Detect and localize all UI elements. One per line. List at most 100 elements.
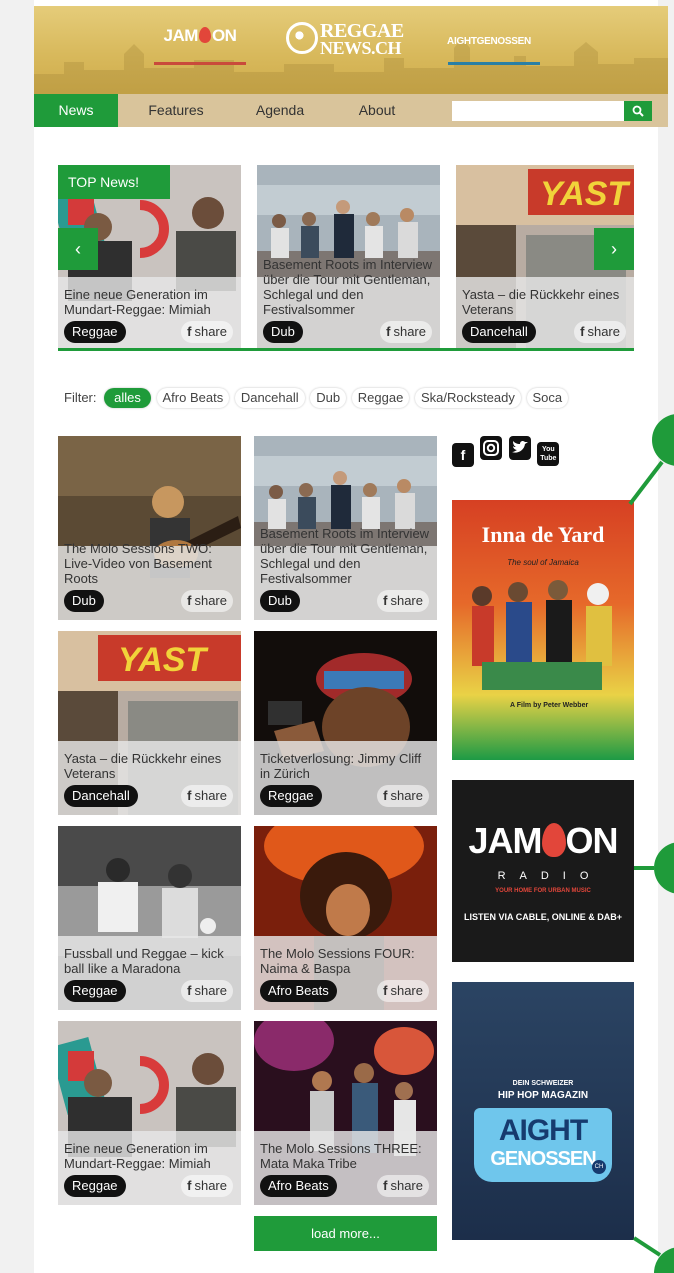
instagram-icon[interactable] [480,436,503,460]
genre-tag[interactable]: Afro Beats [260,980,337,1002]
nav-features[interactable]: Features [130,94,222,127]
card-title[interactable]: Eine neue Generation im Mundart-Reggae: … [64,1141,237,1171]
ad-title: Inna de Yard [481,522,605,547]
filter-alles[interactable]: alles [104,388,151,408]
inna-de-yard-ad[interactable]: Inna de Yard The soul of Jamaica A Film … [452,500,634,760]
facebook-icon: f [386,324,391,339]
aightgenossen-link[interactable]: AIGHTGENOSSEN [434,36,544,47]
filter-dub[interactable]: Dub [310,388,347,408]
ad-jam-logo: JAM ON [452,820,634,862]
slider-next-button[interactable]: › [594,228,634,270]
article-card[interactable]: Basement Roots im Interview über die Tou… [254,436,437,620]
filter-afro-beats[interactable]: Afro Beats [156,388,230,408]
filter-reggae[interactable]: Reggae [351,388,410,408]
reggaenews-logo-link[interactable]: REGGAE NEWS.CH [284,18,414,58]
filter-soca[interactable]: Soca [526,388,569,408]
genre-tag[interactable]: Reggae [64,980,126,1002]
article-card[interactable]: The Molo Sessions THREE: Mata Maka Tribe… [254,1021,437,1205]
jam-logo-suffix: ON [211,26,237,45]
share-label: share [390,983,423,998]
genre-tag[interactable]: Dub [64,590,104,612]
facebook-icon: f [187,324,192,339]
share-button[interactable]: f share [377,980,429,1002]
search-button[interactable] [624,101,652,121]
facebook-icon[interactable]: f [452,443,474,467]
facebook-icon: f [383,1178,388,1193]
article-card[interactable]: The Molo Sessions TWO: Live-Video von Ba… [58,436,241,620]
share-label: share [194,324,227,339]
ad-illustration [472,580,612,690]
slider-prev-button[interactable]: ‹ [58,228,98,270]
card-title[interactable]: Eine neue Generation im Mundart-Reggae: … [64,287,237,317]
share-label: share [393,324,426,339]
article-card[interactable]: Fussball und Reggae – kick ball like a M… [58,826,241,1010]
page: JAM ON REGGAE NEWS.CH AIGHTGENOSSEN News … [0,0,674,1273]
article-card[interactable]: YAST Yasta – die Rückkehr eines Veterans… [58,631,241,815]
share-button[interactable]: f share [181,590,233,612]
article-card[interactable]: Eine neue Generation im Mundart-Reggae: … [58,1021,241,1205]
youtube-icon[interactable]: You Tube [537,442,560,466]
jam-on-radio-link[interactable]: JAM ON [154,26,246,46]
facebook-icon: f [383,983,388,998]
share-label: share [390,593,423,608]
genre-tag[interactable]: Dancehall [64,785,138,807]
share-button[interactable]: f share [377,1175,429,1197]
card-title[interactable]: Yasta – die Rückkehr eines Veterans [64,751,237,781]
article-card[interactable]: The Molo Sessions FOUR: Naima & Baspa Af… [254,826,437,1010]
share-label: share [587,324,620,339]
genre-tag[interactable]: Reggae [64,1175,126,1197]
share-button[interactable]: f share [181,321,233,343]
share-button[interactable]: f share [380,321,432,343]
share-button[interactable]: f share [377,590,429,612]
search-input[interactable] [452,101,624,121]
card-title[interactable]: Yasta – die Rückkehr eines Veterans [462,287,630,317]
filter-ska-rocksteady[interactable]: Ska/Rocksteady [414,388,521,408]
share-button[interactable]: f share [181,785,233,807]
filter-dancehall[interactable]: Dancehall [234,388,305,408]
decorative-network-lines [628,414,674,1273]
genre-tag[interactable]: Dub [263,321,303,343]
ad-tagline: YOUR HOME FOR URBAN MUSIC [495,888,591,894]
card-title[interactable]: The Molo Sessions TWO: Live-Video von Ba… [64,541,237,586]
jam-logo-text: JAM [163,26,199,45]
slider-underline [58,348,634,351]
site-header: JAM ON REGGAE NEWS.CH AIGHTGENOSSEN [34,6,668,94]
facebook-icon: f [187,1178,192,1193]
card-title[interactable]: The Molo Sessions FOUR: Naima & Baspa [260,946,433,976]
search-icon [632,105,644,117]
facebook-icon: f [187,983,192,998]
article-card[interactable]: Ticketverlosung: Jimmy Cliff in Zürich R… [254,631,437,815]
flame-icon [198,27,211,43]
card-title[interactable]: Basement Roots im Interview über die Tou… [263,257,436,317]
genre-tag[interactable]: Dub [260,590,300,612]
flame-icon [541,823,566,857]
genre-tag[interactable]: Reggae [260,785,322,807]
facebook-icon: f [383,593,388,608]
aight-underline [448,62,540,65]
twitter-icon[interactable] [508,436,531,460]
aight-ch-badge: CH [592,1160,606,1174]
youtube-top: You [542,446,555,453]
share-button[interactable]: f share [181,980,233,1002]
ad-listen: LISTEN VIA CABLE, ONLINE & DAB+ [464,912,622,922]
card-title[interactable]: Ticketverlosung: Jimmy Cliff in Zürich [260,751,433,781]
nav-news[interactable]: News [34,94,118,127]
top-news-badge: TOP News! [58,165,170,199]
card-title[interactable]: Fussball und Reggae – kick ball like a M… [64,946,237,976]
nav-about[interactable]: About [340,94,414,127]
genre-tag[interactable]: Reggae [64,321,126,343]
aightgenossen-ad[interactable]: DEIN SCHWEIZER HIP HOP MAGAZIN AIGHT GEN… [452,982,634,1240]
slider-card[interactable]: Basement Roots im Interview über die Tou… [257,165,440,351]
genre-tag[interactable]: Dancehall [462,321,536,343]
card-title[interactable]: Basement Roots im Interview über die Tou… [260,526,433,586]
genre-tag[interactable]: Afro Beats [260,1175,337,1197]
card-title[interactable]: The Molo Sessions THREE: Mata Maka Tribe [260,1141,433,1171]
share-button[interactable]: f share [181,1175,233,1197]
ad-subtitle: The soul of Jamaica [507,558,579,567]
share-button[interactable]: f share [574,321,626,343]
nav-agenda[interactable]: Agenda [240,94,320,127]
load-more-button[interactable]: load more... [254,1216,437,1251]
share-button[interactable]: f share [377,785,429,807]
facebook-icon: f [580,324,585,339]
jam-on-radio-ad[interactable]: JAM ON RADIO YOUR HOME FOR URBAN MUSIC LI… [452,780,634,962]
